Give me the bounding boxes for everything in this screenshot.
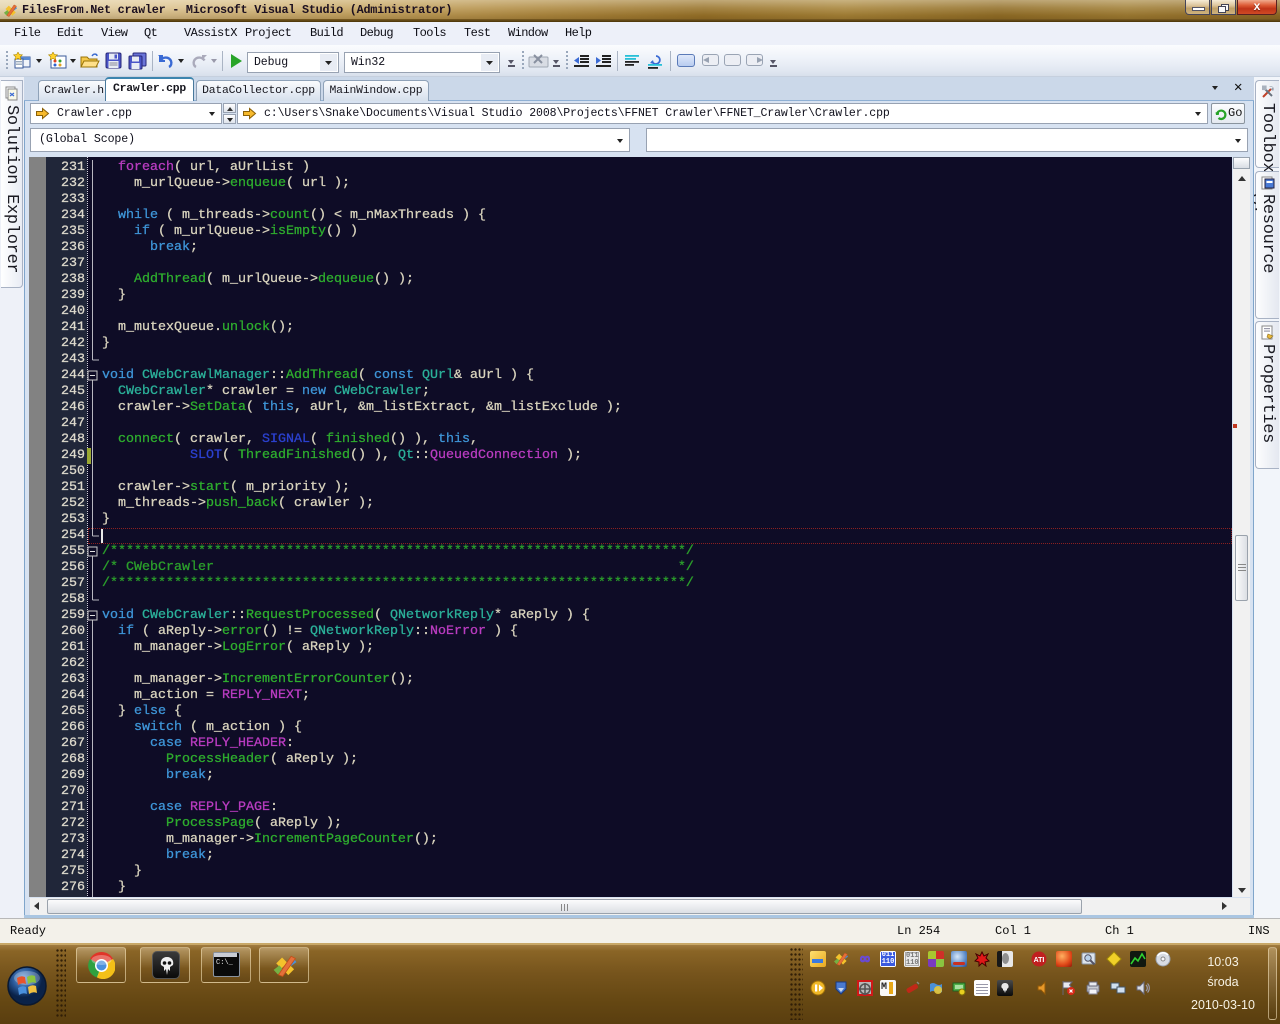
svg-text:ATI: ATI xyxy=(1034,957,1045,964)
